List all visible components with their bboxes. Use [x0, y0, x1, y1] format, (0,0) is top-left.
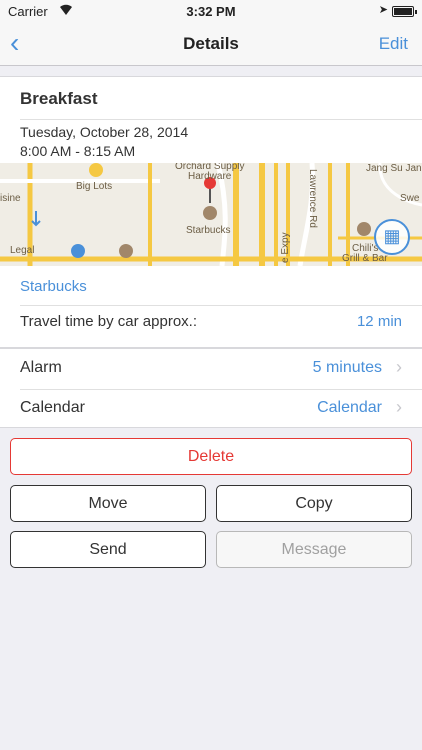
restaurant-icon — [119, 244, 133, 258]
event-card: Breakfast Tuesday, October 28, 2014 8:00… — [0, 76, 422, 348]
map-label: Starbucks — [186, 225, 231, 236]
map-toggle-icon[interactable]: ▦ — [374, 219, 410, 255]
page-title: Details — [183, 34, 239, 53]
chevron-right-icon: › — [396, 397, 402, 417]
event-location[interactable]: Starbucks — [20, 278, 87, 295]
edit-button[interactable]: Edit — [379, 34, 408, 54]
event-date: Tuesday, October 28, 2014 — [20, 124, 189, 140]
map-label: Hardware — [188, 171, 232, 182]
status-bar: Carrier 3:32 PM ➤ — [0, 0, 422, 22]
map-label: Big Lots — [76, 181, 113, 192]
cafe-icon — [203, 206, 217, 220]
store-icon — [89, 163, 103, 177]
alarm-label: Alarm — [20, 359, 62, 376]
alarm-value: 5 minutes — [312, 359, 382, 376]
gas-station-icon — [71, 244, 85, 258]
event-title: Breakfast — [20, 89, 98, 108]
delete-button[interactable]: Delete — [10, 438, 412, 475]
battery-icon — [392, 6, 417, 17]
divider — [20, 305, 422, 306]
calendar-value: Calendar — [317, 399, 382, 416]
alarm-row[interactable]: Alarm 5 minutes › — [0, 349, 422, 390]
map-label: Swe — [400, 193, 420, 204]
message-button: Message — [216, 531, 412, 568]
event-settings: Alarm 5 minutes › Calendar Calendar › — [0, 348, 422, 428]
map-label: e Expy — [280, 232, 291, 263]
map-label: Lawrence Rd — [307, 169, 318, 228]
send-button[interactable]: Send — [10, 531, 206, 568]
location-arrow-icon: ➤ — [378, 4, 388, 16]
map-label: Jang Su Jan — [366, 163, 422, 174]
legal-link[interactable]: Legal — [10, 245, 34, 256]
status-time: 3:32 PM — [186, 4, 236, 19]
travel-time-label: Travel time by car approx.: — [20, 313, 198, 330]
travel-time-value: 12 min — [356, 313, 402, 330]
divider — [20, 119, 422, 120]
map-label: Grill & Bar — [342, 253, 388, 264]
chevron-right-icon: › — [396, 357, 402, 377]
map-label: isine — [0, 193, 21, 204]
copy-button[interactable]: Copy — [216, 485, 412, 522]
restaurant-icon-2 — [357, 222, 371, 236]
calendar-row[interactable]: Calendar Calendar › — [0, 389, 422, 429]
location-map[interactable]: Orchard Supply Hardware Jang Su Jan Big … — [0, 163, 422, 266]
calendar-label: Calendar — [20, 399, 85, 416]
navigation-bar: ‹ Details Edit — [0, 22, 422, 66]
move-button[interactable]: Move — [10, 485, 206, 522]
event-time: 8:00 AM - 8:15 AM — [20, 143, 136, 159]
